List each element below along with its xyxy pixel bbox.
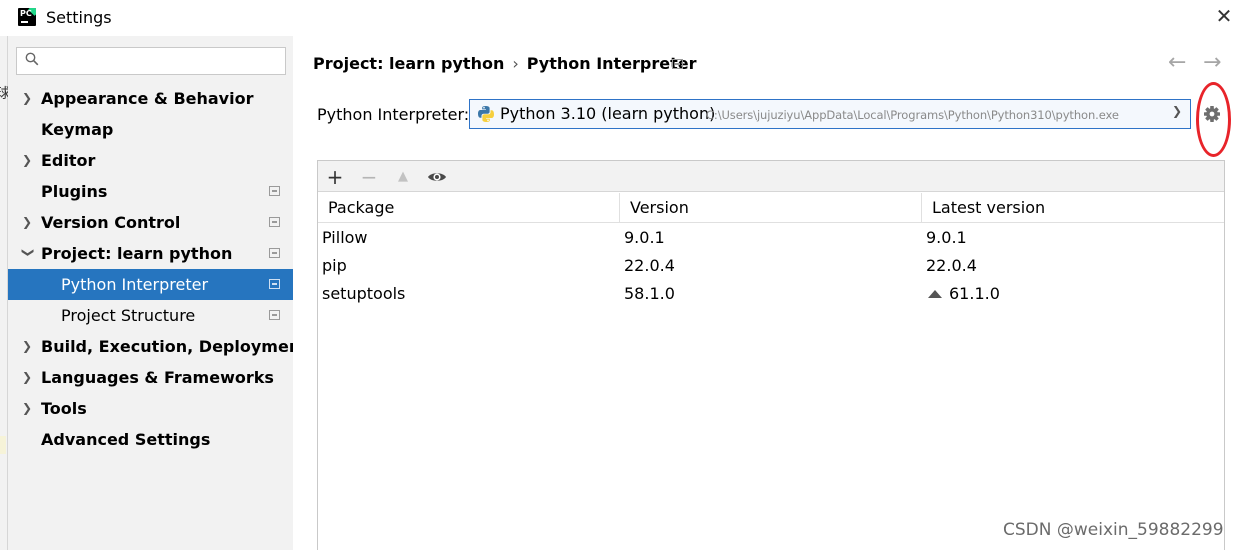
breadcrumb-project: Project: learn python	[313, 54, 505, 73]
search-input[interactable]	[47, 50, 277, 72]
package-version: 9.0.1	[624, 228, 665, 247]
sidebar-item-label: Python Interpreter	[61, 275, 209, 294]
close-button[interactable]: ✕	[1212, 4, 1236, 28]
project-scope-icon	[269, 248, 280, 258]
sidebar-item-editor[interactable]: ❯ Editor	[8, 145, 293, 176]
sidebar-item-languages-frameworks[interactable]: ❯ Languages & Frameworks	[8, 362, 293, 393]
sidebar-item-advanced-settings[interactable]: Advanced Settings	[8, 424, 293, 455]
breadcrumb: Project: learn python › Python Interpreter	[313, 54, 697, 73]
remove-package-button[interactable]: −	[358, 166, 380, 188]
project-scope-icon	[269, 186, 280, 196]
column-header-package[interactable]: Package	[318, 193, 620, 223]
sidebar-item-label: Keymap	[41, 120, 114, 139]
add-package-button[interactable]: +	[324, 166, 346, 188]
project-scope-icon	[269, 310, 280, 320]
sidebar-item-label: Editor	[41, 151, 96, 170]
package-name: setuptools	[322, 284, 406, 303]
pycharm-logo-icon: PC	[18, 8, 36, 26]
chevron-right-icon: ❯	[22, 401, 33, 415]
package-name: Pillow	[322, 228, 368, 247]
back-arrow-button[interactable]: ←	[1168, 50, 1186, 75]
chevron-down-icon: ❯	[21, 247, 36, 258]
sidebar-item-label: Version Control	[41, 213, 181, 232]
project-scope-icon	[269, 217, 280, 227]
sidebar-item-python-interpreter[interactable]: Python Interpreter	[8, 269, 293, 300]
sidebar-item-label: Project Structure	[61, 306, 196, 325]
sidebar-item-label: Languages & Frameworks	[41, 368, 274, 387]
package-latest-value: 61.1.0	[949, 284, 1000, 303]
chevron-right-icon: ❯	[22, 153, 33, 167]
show-early-releases-button[interactable]	[426, 166, 448, 188]
sidebar-item-label: Project: learn python	[41, 244, 233, 263]
upgrade-package-button[interactable]: ▲	[392, 166, 414, 188]
breadcrumb-separator: ›	[512, 54, 519, 73]
column-header-version[interactable]: Version	[620, 193, 922, 223]
python-logo-icon	[478, 106, 494, 122]
upgrade-available-icon	[928, 290, 942, 298]
chevron-right-icon: ❯	[22, 370, 33, 384]
settings-search[interactable]	[16, 47, 286, 75]
package-latest-version: 61.1.0	[928, 284, 1000, 303]
chevron-right-icon: ❯	[22, 91, 33, 105]
chevron-right-icon: ❯	[22, 215, 33, 229]
interpreter-name: Python 3.10 (learn python)	[500, 104, 716, 123]
packages-panel: + − ▲ Package Version Latest version Pil…	[317, 160, 1225, 550]
sidebar-item-label: Advanced Settings	[41, 430, 211, 449]
project-scope-icon	[672, 59, 683, 69]
sidebar-item-label: Appearance & Behavior	[41, 89, 254, 108]
table-row[interactable]: setuptools 58.1.0 61.1.0	[318, 280, 1224, 308]
sidebar-item-project-structure[interactable]: Project Structure	[8, 300, 293, 331]
settings-content: Project: learn python › Python Interpreter…	[293, 36, 1250, 550]
search-icon	[25, 52, 39, 66]
settings-sidebar: ❯ Appearance & Behavior Keymap ❯ Editor …	[8, 36, 308, 550]
package-version: 58.1.0	[624, 284, 675, 303]
interpreter-select[interactable]: Python 3.10 (learn python) C:\Users\juju…	[469, 99, 1191, 129]
package-name: pip	[322, 256, 347, 275]
packages-table-header: Package Version Latest version	[318, 193, 1224, 223]
interpreter-label: Python Interpreter:	[317, 105, 470, 124]
project-scope-icon	[269, 279, 280, 289]
sidebar-item-version-control[interactable]: ❯ Version Control	[8, 207, 293, 238]
annotation-circle	[1196, 82, 1231, 157]
watermark: CSDN @weixin_59882299	[1003, 520, 1224, 540]
eye-icon	[428, 173, 446, 181]
packages-toolbar: + − ▲	[318, 161, 1224, 192]
sidebar-item-plugins[interactable]: Plugins	[8, 176, 293, 207]
package-latest-version: 9.0.1	[926, 228, 967, 247]
interpreter-path: C:\Users\jujuziyu\AppData\Local\Programs…	[706, 108, 1119, 122]
package-latest-version: 22.0.4	[926, 256, 977, 275]
sidebar-item-label: Tools	[41, 399, 87, 418]
sidebar-item-appearance-behavior[interactable]: ❯ Appearance & Behavior	[8, 83, 293, 114]
sidebar-item-tools[interactable]: ❯ Tools	[8, 393, 293, 424]
chevron-right-icon: ❯	[22, 339, 33, 353]
background-window-edge: 球	[0, 36, 10, 550]
chevron-down-icon: ❯	[1171, 104, 1182, 118]
title-bar: PC Settings ✕	[0, 0, 1250, 36]
table-row[interactable]: pip 22.0.4 22.0.4	[318, 252, 1224, 280]
sidebar-item-keymap[interactable]: Keymap	[8, 114, 293, 145]
forward-arrow-button[interactable]: →	[1203, 50, 1221, 75]
sidebar-item-label: Build, Execution, Deployment	[41, 337, 308, 356]
window-title: Settings	[46, 8, 112, 27]
sidebar-item-project[interactable]: ❯ Project: learn python	[8, 238, 293, 269]
table-row[interactable]: Pillow 9.0.1 9.0.1	[318, 224, 1224, 252]
sidebar-item-label: Plugins	[41, 182, 108, 201]
package-version: 22.0.4	[624, 256, 675, 275]
sidebar-item-build-execution-deployment[interactable]: ❯ Build, Execution, Deployment	[8, 331, 308, 362]
column-header-latest-version[interactable]: Latest version	[922, 193, 1224, 223]
